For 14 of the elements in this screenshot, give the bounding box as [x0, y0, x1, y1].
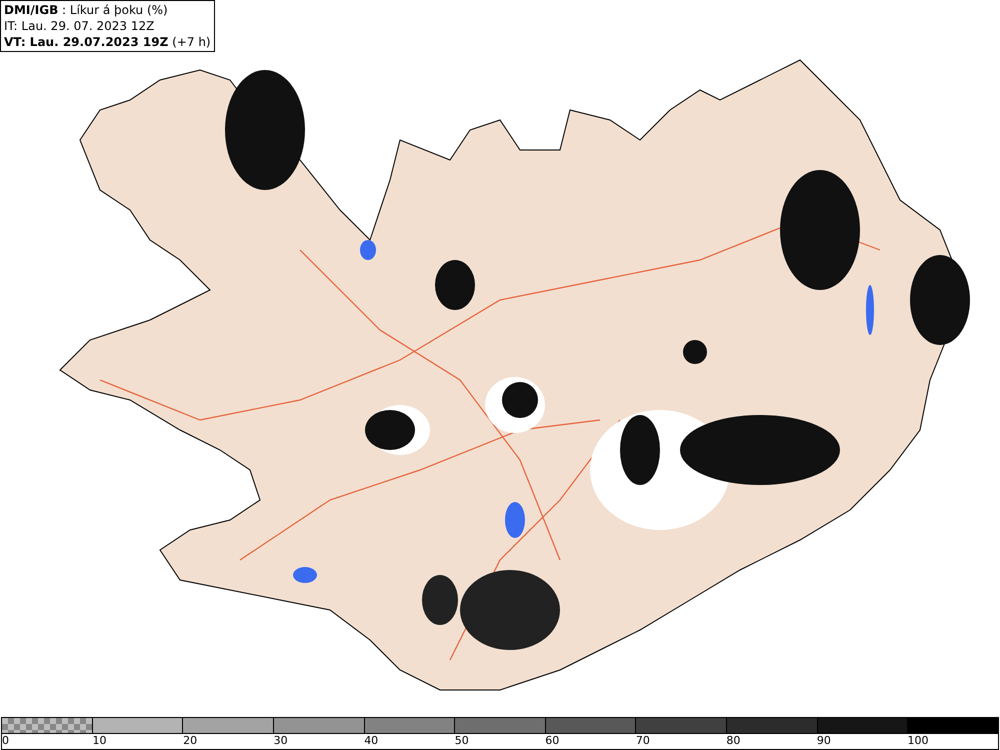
legend-label: 90	[816, 734, 831, 748]
legend-label: 0	[2, 734, 9, 748]
legend-label: 70	[636, 734, 650, 748]
legend-label: 20	[183, 734, 198, 748]
legend-label: 10	[92, 734, 107, 748]
legend-label: 100	[907, 734, 928, 748]
initial-time: IT: Lau. 29. 07. 2023 12Z	[4, 18, 156, 34]
legend-label: 30	[274, 734, 288, 748]
map-title: DMI/IGB : Líkur á þoku (%)	[4, 2, 169, 18]
legend-label: 50	[454, 734, 469, 748]
valid-time: VT: Lau. 29.07.2023 19Z (+7 h)	[4, 34, 211, 50]
legend-label: 80	[726, 734, 740, 748]
legend-label: 60	[545, 734, 560, 748]
legend-label: 40	[364, 734, 378, 748]
